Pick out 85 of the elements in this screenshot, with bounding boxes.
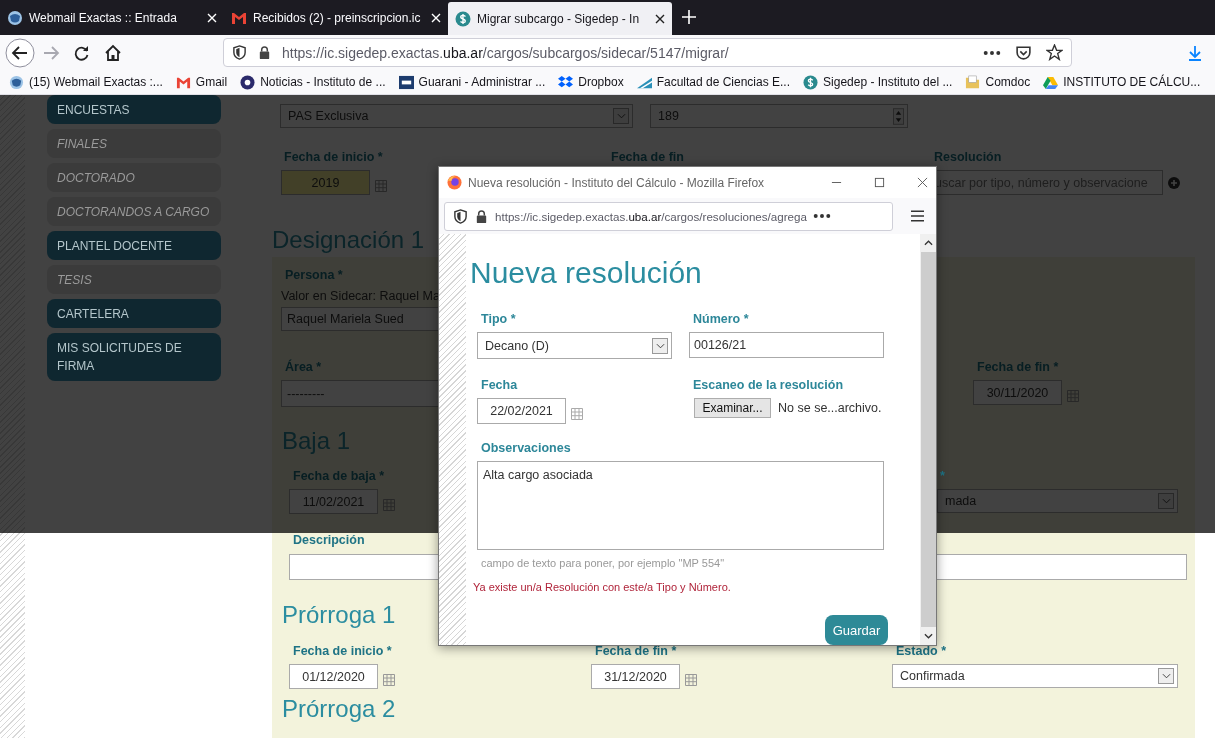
- file-status: No se se...archivo.: [778, 401, 882, 415]
- sidebar-item[interactable]: PLANTEL DOCENTE: [47, 231, 221, 260]
- calendar-icon[interactable]: [383, 673, 395, 686]
- circle-icon: [240, 74, 256, 90]
- window-title: Nueva resolución - Instituto del Cálculo - Mozilla Firefox: [468, 175, 766, 190]
- scrollbar[interactable]: [920, 234, 936, 645]
- date-field[interactable]: 31/12/2020: [591, 664, 680, 689]
- field-label: Descripción: [292, 532, 365, 548]
- maximize-icon[interactable]: [874, 177, 885, 188]
- field-label: Fecha de fin *: [976, 359, 1059, 375]
- lock-icon: [257, 45, 272, 60]
- save-button[interactable]: Guardar: [825, 615, 888, 645]
- field-label: Número *: [692, 311, 750, 327]
- field-label: Fecha: [480, 377, 519, 393]
- number-field[interactable]: 00126/21: [689, 332, 884, 358]
- firefox-icon: [447, 175, 462, 190]
- dialog-heading: Nueva resolución: [470, 255, 702, 291]
- bookmark[interactable]: Guarani - Administrar ...: [398, 74, 546, 90]
- address-bar[interactable]: https://ic.sigedep.exactas.uba.ar/cargos/resoluciones/agrega: [444, 201, 893, 231]
- folder-icon: [965, 74, 981, 90]
- bookmark[interactable]: Comdoc: [965, 74, 1031, 90]
- globe-icon: [7, 9, 23, 26]
- new-tab-icon[interactable]: [682, 10, 696, 24]
- url-text: https://ic.sigedep.exactas.uba.ar/cargos/subcargos/sidecar/5147/migrar/: [282, 44, 730, 61]
- bookmark[interactable]: (15) Webmail Exactas :...: [9, 74, 163, 90]
- dollar-icon: [803, 74, 819, 90]
- bookmark[interactable]: Sigedep - Instituto del ...: [803, 74, 953, 90]
- lock-icon: [474, 208, 489, 224]
- url-text: https://ic.sigedep.exactas.uba.ar/cargos/resoluciones/agrega: [495, 209, 807, 223]
- field-label: Tipo *: [480, 311, 517, 327]
- square-icon: [398, 74, 414, 90]
- date-field[interactable]: 22/02/2021: [477, 398, 566, 424]
- field-label: Estado *: [895, 643, 946, 659]
- browser-tab[interactable]: Recibidos (2) - preinscripcion.ic: [224, 0, 448, 35]
- star-icon[interactable]: [1046, 44, 1063, 61]
- close-icon[interactable]: [655, 13, 665, 24]
- dropbox-icon: [558, 74, 574, 90]
- bookmark[interactable]: Facultad de Ciencias E...: [636, 74, 791, 90]
- field-label: Resolución: [933, 149, 1002, 165]
- type-select[interactable]: Decano (D): [477, 332, 672, 359]
- observations-field[interactable]: Alta cargo asociada: [477, 461, 884, 550]
- date-field[interactable]: 01/12/2020: [289, 664, 378, 689]
- browse-button[interactable]: Examinar...: [694, 398, 771, 418]
- scroll-up-icon[interactable]: [923, 240, 933, 246]
- pocket-icon[interactable]: [1015, 44, 1032, 61]
- more-icon[interactable]: [983, 49, 1001, 56]
- field-label: Fecha de inicio *: [292, 643, 392, 659]
- dropdown-icon: [652, 337, 668, 354]
- dollar-icon: [455, 10, 471, 27]
- more-icon[interactable]: [812, 213, 831, 219]
- scroll-down-icon[interactable]: [923, 633, 933, 639]
- home-icon[interactable]: [103, 42, 123, 63]
- bookmark[interactable]: Dropbox: [558, 74, 624, 90]
- browser-tab[interactable]: Webmail Exactas :: Entrada: [0, 0, 224, 35]
- shield-icon: [453, 208, 468, 224]
- calendar-icon[interactable]: [685, 673, 697, 686]
- dropdown-icon: [1158, 668, 1174, 684]
- section-heading: Prórroga 1: [281, 601, 396, 629]
- help-text: campo de texto para poner, por ejemplo "MP 554": [481, 557, 726, 569]
- bookmark[interactable]: INSTITUTO DE CÁLCU...: [1043, 74, 1201, 90]
- error-message: Ya existe un/a Resolución con este/a Tipo y Número.: [473, 581, 732, 593]
- field-label: Fecha de fin *: [594, 643, 677, 659]
- field-label: Área *: [284, 359, 322, 375]
- field-label: Persona *: [284, 267, 343, 283]
- back-icon[interactable]: [5, 37, 35, 68]
- shield-icon: [232, 45, 247, 60]
- sidebar-item[interactable]: MIS SOLICITUDES DE FIRMA: [47, 333, 221, 381]
- sidebar-item[interactable]: ENCUESTAS: [47, 95, 221, 124]
- field-label: Escaneo de la resolución: [692, 377, 845, 393]
- bookmark[interactable]: Gmail: [175, 74, 228, 90]
- drive-icon: [1043, 74, 1059, 90]
- browser-tab[interactable]: Migrar subcargo - Sigedep - In: [448, 2, 672, 35]
- bookmark[interactable]: Noticias - Instituto de ...: [240, 74, 386, 90]
- status-select[interactable]: Confirmada: [892, 664, 1178, 688]
- download-icon[interactable]: [1187, 44, 1203, 61]
- field-label: Fecha de inicio *: [283, 149, 383, 165]
- field-label: *: [939, 468, 945, 484]
- section-heading: Prórroga 2: [281, 695, 396, 723]
- field-label: Observaciones: [480, 440, 572, 456]
- field-label: Fecha de fin: [610, 149, 684, 165]
- sidebar-item[interactable]: CARTELERA: [47, 299, 221, 328]
- menu-icon[interactable]: [911, 210, 924, 222]
- field-label: Fecha de baja *: [292, 468, 384, 484]
- globe-icon: [9, 74, 24, 90]
- address-bar[interactable]: https://ic.sigedep.exactas.uba.ar/cargos/subcargos/sidecar/5147/migrar/: [223, 38, 1072, 67]
